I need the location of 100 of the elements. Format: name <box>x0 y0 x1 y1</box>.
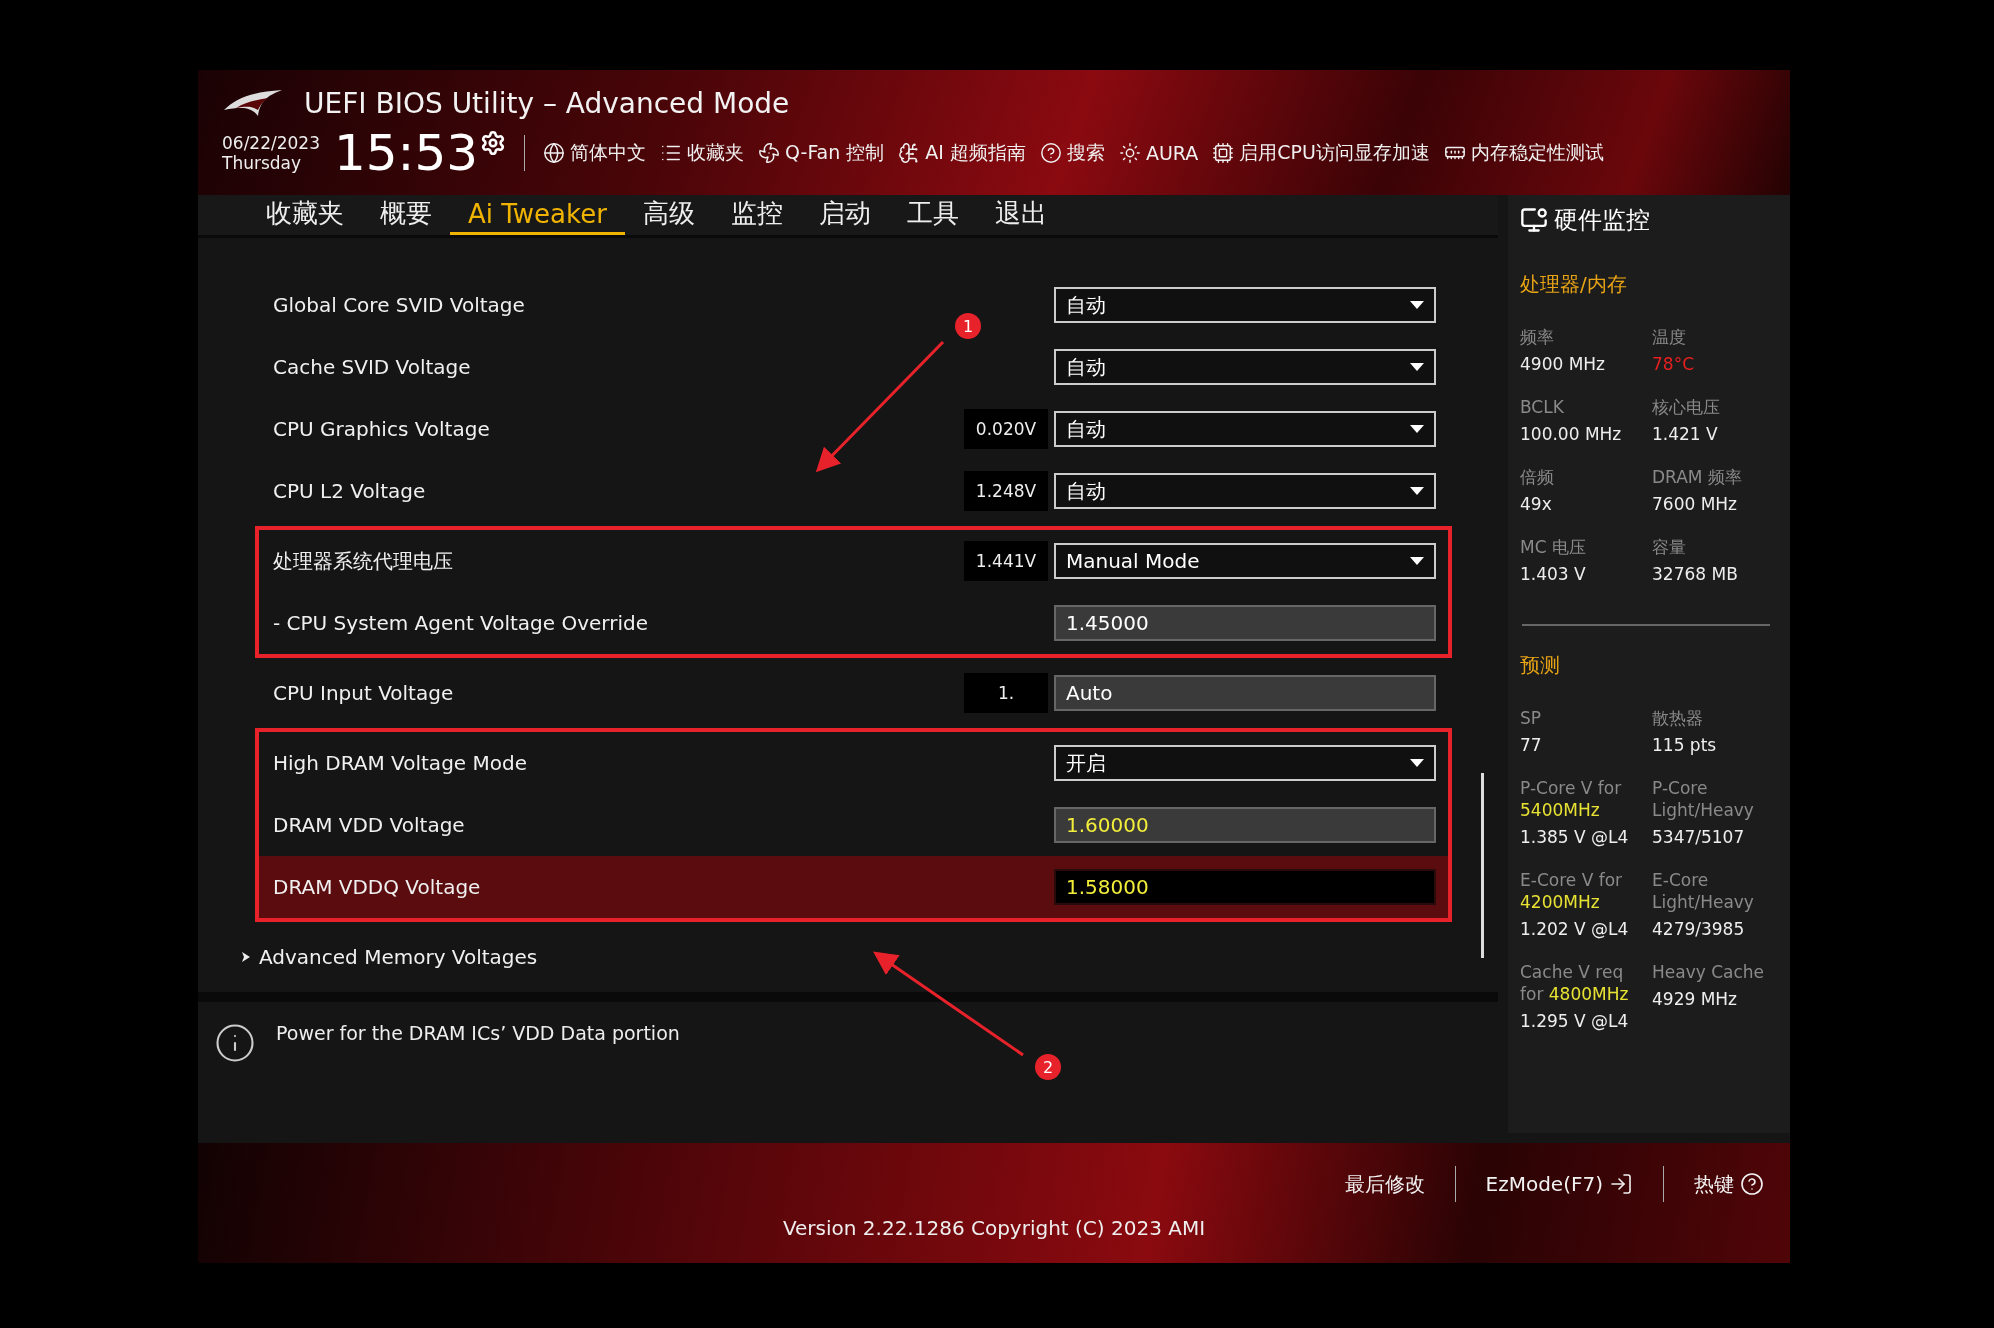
toolbar-button[interactable]: 启用CPU访问显存加速 <box>1212 140 1430 166</box>
voltage-reading: 1.441V <box>964 541 1048 581</box>
setting-label: CPU L2 Voltage <box>272 479 427 503</box>
stat-value: 115 pts <box>1652 735 1718 755</box>
toolbar-button[interactable]: 简体中文 <box>543 140 647 166</box>
stat-label: 温度 <box>1652 326 1687 348</box>
exit-icon <box>1609 1172 1633 1196</box>
menu-tab[interactable]: 高级 <box>624 195 713 235</box>
annotation-badge: 1 <box>955 313 981 339</box>
setting-label: Cache SVID Voltage <box>272 355 472 379</box>
dropdown[interactable]: 开启 <box>1054 745 1436 781</box>
panel-title: 硬件监控 <box>1554 205 1650 236</box>
stat-value: 4900 MHz <box>1520 354 1607 374</box>
stat-value: 1.403 V <box>1520 564 1587 584</box>
stat-value: 4279/3985 <box>1652 919 1746 939</box>
menu-tab[interactable]: Ai Tweaker <box>450 195 625 235</box>
footer-button[interactable]: 热键 <box>1688 1169 1770 1199</box>
value-field[interactable]: 1.58000 <box>1054 869 1436 905</box>
voltage-reading: 1.248V <box>964 471 1048 511</box>
toolbar-button[interactable]: 内存稳定性测试 <box>1443 140 1604 166</box>
setting-label: - CPU System Agent Voltage Override <box>272 611 649 635</box>
setting-label: Global Core SVID Voltage <box>272 293 526 317</box>
caret-icon <box>1410 557 1424 565</box>
stat-label: 频率 <box>1520 326 1555 348</box>
selected-row[interactable]: DRAM VDDQ Voltage 1.58000 <box>259 856 1448 918</box>
dropdown[interactable]: 自动 <box>1054 287 1436 323</box>
stat-value: 4929 MHz <box>1652 989 1739 1009</box>
stat-value: 32768 MB <box>1652 564 1739 584</box>
menu-tab[interactable]: 概要 <box>362 195 450 235</box>
stat-label: BCLK <box>1520 396 1565 418</box>
stat-value: 49x <box>1520 494 1553 514</box>
voltage-reading: 1. <box>964 673 1048 713</box>
toolbar-button[interactable]: AI 超频指南 <box>898 140 1026 166</box>
stat-value: 1.295 V @L4 <box>1520 1011 1630 1031</box>
question-icon <box>1039 142 1062 164</box>
version-text: Version 2.22.1286 Copyright (C) 2023 AMI <box>782 1216 1206 1240</box>
stat-value: 1.421 V <box>1652 424 1719 444</box>
stat-label: E-Core V for 4200MHz <box>1520 869 1624 913</box>
section-title: 预测 <box>1520 652 1561 679</box>
value-field[interactable]: 1.45000 <box>1054 605 1436 641</box>
footer-button[interactable]: EzMode(F7) <box>1479 1171 1639 1197</box>
setting-label: DRAM VDDQ Voltage <box>272 875 482 899</box>
question-icon <box>1740 1172 1764 1196</box>
setting-label: High DRAM Voltage Mode <box>272 751 528 775</box>
dropdown[interactable]: 自动 <box>1054 349 1436 385</box>
date-text: 06/22/2023 <box>222 133 320 153</box>
stat-value: 78°C <box>1652 354 1695 374</box>
footer-button[interactable]: 最后修改 <box>1338 1169 1431 1199</box>
menu-tab[interactable]: 退出 <box>976 195 1065 235</box>
value-field[interactable]: Auto <box>1054 675 1436 711</box>
stat-label: SP <box>1520 707 1543 729</box>
caret-icon <box>1410 363 1424 371</box>
dropdown[interactable]: Manual Mode <box>1054 543 1436 579</box>
menu-tab[interactable]: 监控 <box>712 195 801 235</box>
stat-label: Heavy Cache <box>1652 961 1766 983</box>
stat-value: 100.00 MHz <box>1520 424 1623 444</box>
setting-label: DRAM VDD Voltage <box>272 813 466 837</box>
stat-label: 倍频 <box>1520 466 1555 488</box>
menu-tab[interactable]: 工具 <box>888 195 977 235</box>
toolbar-button[interactable]: 收藏夹 <box>660 140 745 166</box>
stat-label: 核心电压 <box>1652 396 1721 418</box>
stat-label: 散热器 <box>1652 707 1704 729</box>
globe-icon <box>543 142 566 164</box>
sun-icon <box>1118 142 1141 164</box>
scrollbar[interactable] <box>1481 773 1484 958</box>
toolbar-button[interactable]: Q-Fan 控制 <box>758 140 885 166</box>
fan-icon <box>758 142 781 164</box>
dropdown[interactable]: 自动 <box>1054 411 1436 447</box>
monitor-icon <box>1520 206 1548 234</box>
caret-icon <box>1410 487 1424 495</box>
stat-value: 7600 MHz <box>1652 494 1739 514</box>
voltage-reading: 0.020V <box>964 409 1048 449</box>
stat-value: 5347/5107 <box>1652 827 1746 847</box>
stat-label: Cache V req for 4800MHz <box>1520 961 1630 1005</box>
caret-icon <box>1410 301 1424 309</box>
stat-label: DRAM 频率 <box>1652 466 1743 488</box>
value-field[interactable]: 1.60000 <box>1054 807 1436 843</box>
toolbar-button[interactable]: 搜索 <box>1039 140 1105 166</box>
annotation-badge: 2 <box>1035 1054 1061 1080</box>
toolbar-button[interactable]: AURA <box>1118 142 1199 164</box>
stat-label: P-Core V for 5400MHz <box>1520 777 1623 821</box>
chip-icon <box>1212 142 1235 164</box>
menu-tab[interactable]: 收藏夹 <box>248 195 362 235</box>
chevron-icon <box>241 951 251 963</box>
caret-icon <box>1410 759 1424 767</box>
stat-label: E-Core Light/Heavy <box>1652 869 1755 913</box>
section-title: 处理器/内存 <box>1520 271 1628 298</box>
setting-label: 处理器系统代理电压 <box>272 547 454 575</box>
setting-label: CPU Input Voltage <box>272 681 455 705</box>
help-text: Power for the DRAM ICs’ VDD Data portion <box>276 1022 680 1044</box>
dropdown[interactable]: 自动 <box>1054 473 1436 509</box>
caret-icon <box>1410 425 1424 433</box>
menu-tab[interactable]: 启动 <box>800 195 889 235</box>
stat-value: 1.385 V @L4 <box>1520 827 1630 847</box>
stat-label: 容量 <box>1652 536 1687 558</box>
setting-label: CPU Graphics Voltage <box>272 417 491 441</box>
window-title: UEFI BIOS Utility – Advanced Mode <box>304 87 790 120</box>
stat-value: 1.202 V @L4 <box>1520 919 1630 939</box>
settings-icon[interactable] <box>480 130 507 156</box>
submenu-link[interactable]: Advanced Memory Voltages <box>241 944 1448 970</box>
